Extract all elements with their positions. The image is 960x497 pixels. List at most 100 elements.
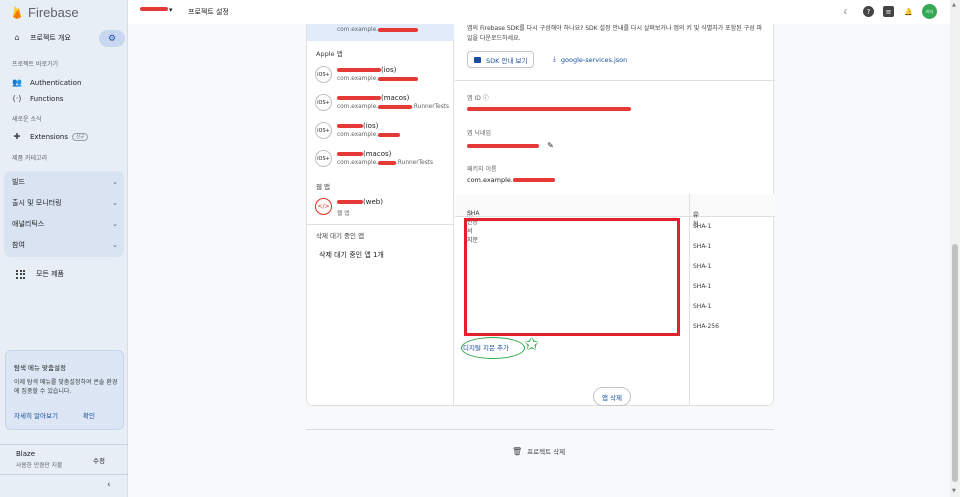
delete-project-label: 프로젝트 삭제: [527, 448, 566, 456]
category-release-label: 출시 및 모니터링: [12, 198, 62, 207]
delete-project-button[interactable]: 🗑 프로젝트 삭제: [512, 446, 566, 457]
app-row[interactable]: iOS+ (macos) com.example. .RunnerTests: [315, 148, 453, 170]
main-content: com.example. Apple 앱 iOS+ (ios) com.exam…: [128, 24, 950, 497]
redacted-scribble: [467, 107, 631, 111]
redacted-scribble: [378, 132, 401, 137]
redacted-scribble: [467, 144, 539, 148]
app-row[interactable]: iOS+ (ios) com.example.: [315, 120, 453, 142]
chevron-down-icon: ⌄: [112, 198, 118, 207]
tip-body: 이제 탐색 메뉴를 맞춤설정하여 콘솔 환경에 집중할 수 있습니다.: [14, 379, 118, 395]
delete-app-button[interactable]: 앱 삭제: [593, 387, 632, 406]
page-scrollbar[interactable]: ▲ ▼: [950, 0, 960, 497]
apps-grid-icon: [16, 269, 25, 279]
redacted-scribble: [378, 27, 419, 32]
redacted-scribble: [378, 76, 419, 81]
collapse-sidebar-button[interactable]: ‹: [0, 474, 128, 497]
sha-type-cell: SHA-1: [693, 263, 712, 270]
app-row[interactable]: iOS+ (macos) com.example. .RunnerTests: [315, 92, 453, 114]
category-engage-label: 참여: [12, 240, 25, 249]
edit-pencil-icon[interactable]: ✎: [547, 141, 554, 150]
divider: [455, 80, 775, 81]
scroll-up-arrow-icon[interactable]: ▲: [952, 2, 956, 8]
app-package-suffix: .RunnerTests: [412, 104, 450, 110]
nav-extensions[interactable]: ✚ Extensions 신규: [0, 128, 128, 145]
annotation-star-icon: ✩: [524, 334, 540, 355]
tip-title: 탐색 메뉴 맞춤설정: [14, 364, 66, 372]
sdk-instructions-button[interactable]: SDK 안내 보기: [467, 51, 535, 68]
news-section-label: 새로운 소식: [12, 116, 42, 123]
app-package-suffix: .RunnerTests: [396, 160, 434, 166]
ios-badge: iOS+: [315, 150, 332, 167]
nav-functions[interactable]: (·) Functions: [0, 90, 128, 107]
redacted-scribble: [337, 96, 381, 100]
pending-deletion-item[interactable]: 삭제 대기 중인 앱 1개: [319, 250, 384, 260]
avatar[interactable]: 리더: [922, 4, 937, 19]
notifications-icon[interactable]: 🔔: [903, 6, 914, 17]
app-package-text: com.example.: [337, 160, 379, 166]
app-row[interactable]: iOS+ (ios) com.example.: [315, 64, 453, 86]
redacted-scribble: [513, 178, 555, 182]
nav-functions-label: Functions: [30, 94, 64, 103]
chevron-down-icon: ⌄: [112, 219, 118, 228]
page-title: 프로젝트 설정: [188, 8, 229, 16]
chevron-down-icon: ⌄: [112, 177, 118, 186]
sidebar: Firebase ⌂ 프로젝트 개요 ⚙ 프로젝트 바로가기 👥 Authent…: [0, 0, 128, 497]
firebase-logo[interactable]: Firebase: [0, 0, 128, 24]
nav-extensions-label: Extensions: [30, 132, 69, 141]
category-build[interactable]: 빌드 ⌄: [4, 171, 124, 192]
category-engage[interactable]: 참여 ⌄: [4, 234, 124, 255]
customize-nav-tip: 탐색 메뉴 맞춤설정 이제 탐색 메뉴를 맞춤설정하여 콘솔 환경에 집중할 수…: [5, 350, 124, 430]
help-icon[interactable]: ⓘ: [483, 95, 489, 102]
dark-mode-icon[interactable]: ☾: [841, 6, 852, 17]
app-name: (macos): [337, 150, 391, 158]
sha-table-header: SHA 인증서 지문 ⓘ 유형 ⓘ: [455, 194, 775, 244]
add-fingerprint-button[interactable]: 디지털 지문 추가: [463, 342, 509, 352]
web-code-icon: </>: [315, 198, 332, 215]
sha-type-cell: SHA-256: [693, 323, 719, 330]
sha-fingerprint-table: SHA 인증서 지문 ⓘ 유형 ⓘ SHA-1 SHA-1 SHA-1 SHA-…: [455, 194, 775, 406]
plan-description: 사용한 만큼만 지불: [16, 463, 63, 469]
redacted-scribble: [337, 200, 363, 204]
download-config-button[interactable]: ⤓ google-services.json: [553, 51, 627, 68]
caret-down-icon[interactable]: ▾: [169, 6, 173, 14]
redacted-scribble: [378, 104, 413, 109]
category-release-monitor[interactable]: 출시 및 모니터링 ⌄: [4, 192, 124, 213]
app-package-text: com.example.: [337, 132, 379, 138]
all-products-link[interactable]: 모든 제품: [16, 269, 64, 279]
shortcuts-section-label: 프로젝트 바로가기: [12, 61, 59, 68]
app-package: com.example.: [337, 76, 419, 82]
sha-type-cell: SHA-1: [693, 223, 712, 230]
app-name-text: (ios): [381, 66, 397, 74]
pending-deletion-label: 삭제 대기 중인 앱: [316, 232, 365, 240]
selected-app-package-text: com.example.: [337, 27, 379, 33]
tip-confirm-button[interactable]: 확인: [83, 410, 95, 420]
app-row-web[interactable]: </> (web) 웹 앱: [315, 196, 453, 218]
help-icon[interactable]: ?: [863, 6, 874, 17]
brand-name: Firebase: [28, 4, 79, 20]
divider: [306, 429, 774, 430]
selected-app-package: com.example.: [337, 27, 419, 33]
feedback-icon[interactable]: ≡: [883, 6, 894, 17]
sha-type-cell: SHA-1: [693, 303, 712, 310]
project-selector[interactable]: [140, 7, 168, 11]
apple-apps-label: Apple 앱: [316, 50, 343, 58]
help-icon[interactable]: ⓘ: [693, 210, 699, 219]
nav-authentication[interactable]: 👥 Authentication: [0, 74, 128, 91]
selected-app-row[interactable]: com.example.: [307, 24, 454, 41]
ios-badge: iOS+: [315, 66, 332, 83]
scroll-thumb[interactable]: [952, 244, 958, 482]
scroll-down-arrow-icon[interactable]: ▼: [952, 488, 956, 494]
nav-project-overview-label: 프로젝트 개요: [30, 33, 71, 42]
nav-authentication-label: Authentication: [30, 78, 82, 87]
redacted-scribble: [337, 152, 363, 156]
app-detail-panel: 앱의 Firebase SDK를 다시 구성해야 하나요? SDK 설정 안내를…: [455, 24, 775, 406]
project-settings-gear-icon[interactable]: ⚙: [99, 30, 125, 47]
ios-badge: iOS+: [315, 94, 332, 111]
category-analytics[interactable]: 애널리틱스 ⌄: [4, 213, 124, 234]
learn-more-link[interactable]: 자세히 알아보기: [14, 410, 58, 420]
sha-type-cell: SHA-1: [693, 243, 712, 250]
chevron-left-icon: ‹: [107, 480, 111, 490]
app-package: com.example.: [337, 132, 401, 138]
download-icon: ⤓: [553, 55, 556, 63]
plan-edit-button[interactable]: 수정: [93, 455, 105, 465]
